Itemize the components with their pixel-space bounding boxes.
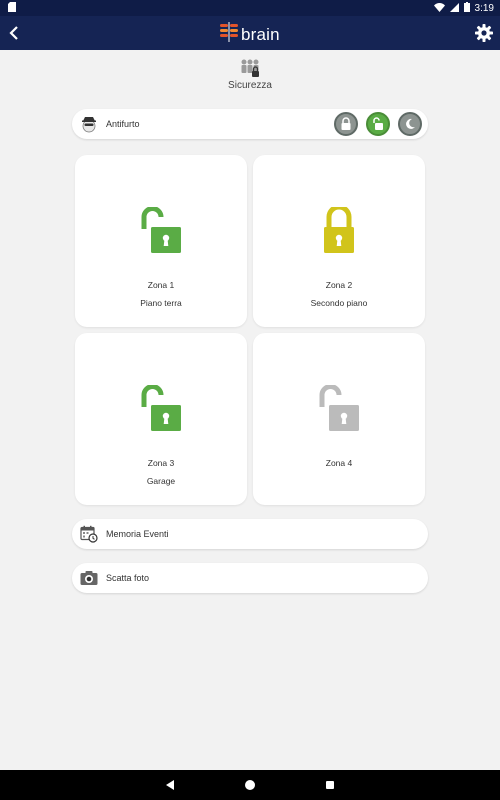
section-header: Sicurezza	[0, 58, 500, 91]
gear-icon	[475, 24, 493, 42]
zone-name: Zona 3	[147, 458, 175, 468]
calendar-clock-icon	[80, 525, 98, 543]
triangle-back-icon	[166, 780, 174, 790]
clock: 3:19	[474, 3, 494, 14]
back-button[interactable]	[4, 23, 24, 43]
zone-subtitle: Garage	[146, 476, 176, 486]
battery-icon	[463, 2, 470, 15]
padlock-open-icon	[141, 207, 181, 253]
arm-button[interactable]	[334, 112, 358, 136]
zone-card-3[interactable]: Zona 3 Garage	[75, 333, 247, 505]
brand-logo: brain	[220, 22, 280, 47]
memoria-eventi-label: Memoria Eventi	[106, 529, 169, 539]
padlock-open-icon	[319, 385, 359, 431]
sd-card-icon	[8, 2, 16, 15]
nav-back-button[interactable]	[163, 778, 177, 792]
unlock-icon	[373, 117, 383, 130]
square-recents-icon	[326, 781, 334, 789]
night-mode-button[interactable]	[398, 112, 422, 136]
scatta-foto-label: Scatta foto	[106, 573, 150, 583]
chevron-left-icon	[9, 26, 18, 40]
antifurto-label: Antifurto	[106, 119, 140, 129]
system-nav-bar	[0, 770, 500, 800]
nav-home-button[interactable]	[243, 778, 257, 792]
memoria-eventi-button[interactable]: Memoria Eventi	[72, 519, 428, 549]
mode-buttons	[334, 112, 422, 136]
circle-home-icon	[245, 780, 255, 790]
lock-icon	[341, 117, 351, 130]
brand-name: brain	[241, 24, 280, 44]
burglar-icon	[80, 115, 98, 133]
app-bar: brain	[0, 16, 500, 50]
zone-card-1[interactable]: Zona 1 Piano terra	[75, 155, 247, 327]
security-people-icon	[240, 58, 260, 78]
zone-name: Zona 2	[325, 280, 353, 290]
padlock-closed-icon	[324, 207, 354, 253]
disarm-button[interactable]	[366, 112, 390, 136]
moon-icon	[406, 118, 415, 129]
antifurto-bar: Antifurto	[72, 109, 428, 139]
zone-subtitle: Secondo piano	[310, 298, 368, 308]
camera-icon	[80, 569, 98, 587]
settings-button[interactable]	[474, 23, 494, 43]
scatta-foto-button[interactable]: Scatta foto	[72, 563, 428, 593]
zone-name: Zona 1	[147, 280, 175, 290]
signal-icon	[449, 2, 459, 15]
status-bar: 3:19	[0, 0, 500, 16]
nav-recents-button[interactable]	[323, 778, 337, 792]
brain-logo-icon	[220, 22, 238, 47]
zone-name: Zona 4	[325, 458, 353, 468]
zone-card-2[interactable]: Zona 2 Secondo piano	[253, 155, 425, 327]
page-title: Sicurezza	[228, 80, 272, 91]
zone-subtitle: Piano terra	[140, 298, 182, 308]
padlock-open-icon	[141, 385, 181, 431]
wifi-icon	[433, 2, 445, 15]
zone-card-4[interactable]: Zona 4	[253, 333, 425, 505]
